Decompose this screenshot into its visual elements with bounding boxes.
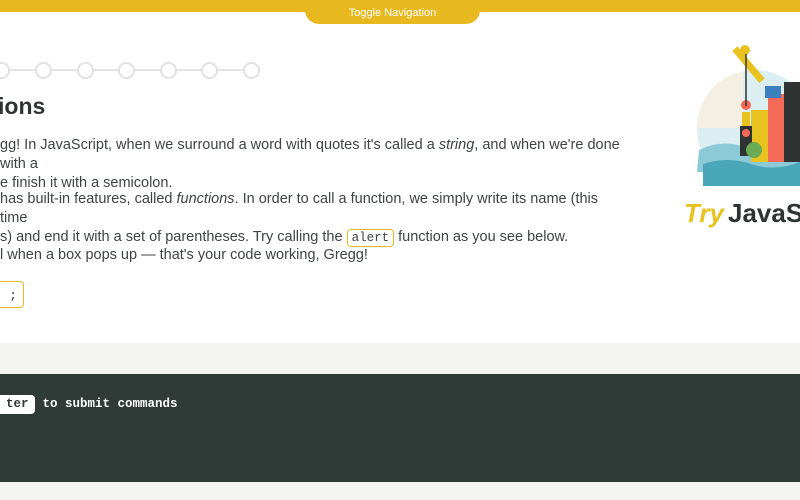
lesson-paragraph-functions: has built-in features, called functions.… (0, 190, 620, 248)
inline-code-alert: alert (346, 229, 395, 247)
term-string: string (438, 137, 475, 153)
logo-wordmark: TryJavaSc (684, 198, 800, 229)
term-functions: functions (176, 191, 235, 207)
progress-dot[interactable] (0, 62, 10, 79)
text-segment: has built-in features, called (0, 191, 177, 207)
logo-javascript-text: JavaSc (728, 198, 800, 228)
lesson-paragraph-result: l when a box pops up — that's your code … (0, 247, 368, 263)
logo-try-text: Try (684, 198, 724, 228)
progress-dot[interactable] (77, 62, 94, 79)
text-segment: function as you see below. (394, 229, 569, 245)
progress-dot[interactable] (243, 62, 260, 79)
console-hint: ter to submit commands (0, 395, 178, 414)
lesson-paragraph-strings: gg! In JavaScript, when we surround a wo… (0, 136, 620, 193)
progress-dot[interactable] (201, 62, 218, 79)
enter-key-badge: ter (0, 395, 35, 414)
progress-dot[interactable] (35, 62, 52, 79)
console-panel[interactable]: ter to submit commands (0, 374, 800, 482)
progress-dot[interactable] (118, 62, 135, 79)
text-segment: e finish it with a semicolon. (0, 175, 173, 191)
progress-dot[interactable] (160, 62, 177, 79)
text-segment: s) and end it with a set of parentheses.… (0, 229, 347, 245)
code-example-box: ; (0, 281, 24, 308)
lesson-title: ions (0, 93, 46, 119)
console-hint-text: to submit commands (42, 397, 178, 411)
footer-band (0, 482, 800, 500)
text-segment: gg! In JavaScript, when we surround a wo… (0, 137, 439, 153)
lesson-progress (0, 60, 270, 80)
divider-band (0, 343, 800, 374)
toggle-navigation-button[interactable]: Toggle Navigation (305, 0, 480, 24)
